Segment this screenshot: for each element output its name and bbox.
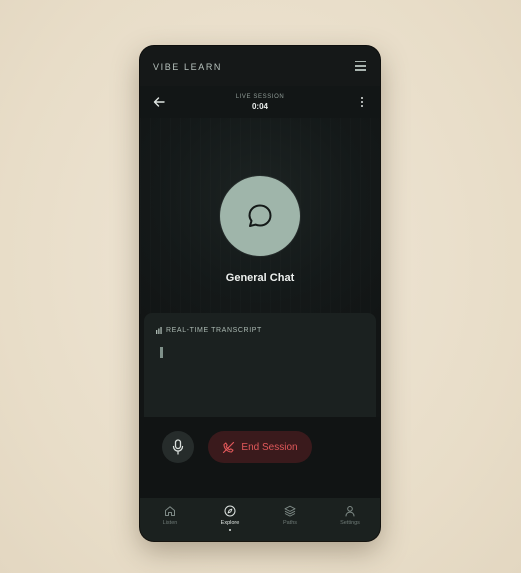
active-indicator-dot	[229, 529, 231, 531]
nav-item-explore[interactable]: Explore	[200, 498, 260, 541]
brand-title: VIBE LEARN	[153, 62, 223, 72]
nav-label-paths: Paths	[282, 520, 298, 526]
topic-title: General Chat	[225, 272, 295, 284]
bottom-navigation: Listen Explore Paths Settings	[140, 498, 380, 541]
nav-label-settings: Settings	[340, 520, 360, 526]
nav-item-listen[interactable]: Listen	[140, 498, 200, 541]
home-icon	[165, 506, 175, 516]
hang-up-phone-icon	[223, 441, 235, 453]
more-options-icon[interactable]	[360, 96, 364, 108]
session-controls: End Session	[140, 417, 380, 499]
session-timer: 0:04	[251, 102, 268, 111]
audio-bars-icon	[156, 327, 162, 334]
topic-avatar	[220, 176, 300, 256]
chat-bubble-icon	[248, 204, 272, 227]
compass-icon	[224, 505, 236, 517]
end-session-label: End Session	[241, 441, 298, 453]
layers-icon	[284, 505, 296, 517]
end-session-button[interactable]: End Session	[208, 431, 312, 463]
nav-label-listen: Listen	[162, 520, 178, 526]
session-status-label: LIVE SESSION	[235, 94, 285, 100]
microphone-icon	[172, 439, 184, 455]
session-header: LIVE SESSION 0:04	[140, 86, 380, 118]
phone-frame: VIBE LEARN LIVE SESSION 0:04 General Cha…	[140, 46, 380, 541]
transcript-heading: REAL-TIME TRANSCRIPT	[166, 327, 262, 334]
session-hero: General Chat	[140, 118, 380, 314]
transcript-panel: REAL-TIME TRANSCRIPT	[144, 313, 376, 417]
microphone-button[interactable]	[162, 431, 194, 463]
typing-cursor	[160, 347, 163, 358]
backdrop: VIBE LEARN LIVE SESSION 0:04 General Cha…	[0, 0, 521, 573]
nav-label-explore: Explore	[220, 520, 240, 526]
hamburger-menu-icon[interactable]	[355, 61, 366, 71]
nav-item-settings[interactable]: Settings	[320, 498, 380, 541]
transcript-header: REAL-TIME TRANSCRIPT	[156, 327, 262, 334]
nav-item-paths[interactable]: Paths	[260, 498, 320, 541]
app-top-bar: VIBE LEARN	[140, 46, 380, 86]
user-icon	[345, 506, 355, 517]
